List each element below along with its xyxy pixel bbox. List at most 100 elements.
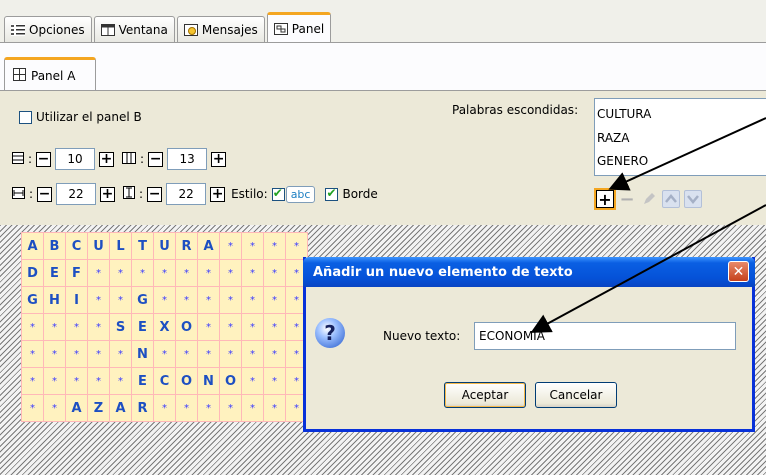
grid-cell: * bbox=[175, 286, 198, 314]
border-label: Borde bbox=[342, 187, 378, 201]
style-checkbox[interactable] bbox=[271, 186, 285, 201]
grid-panel-icon bbox=[13, 67, 26, 84]
grid-row: D E F * * * * * * * * * * bbox=[21, 259, 308, 287]
tab-panel-a[interactable]: Panel A bbox=[4, 57, 96, 91]
grid-cell: * bbox=[21, 313, 44, 341]
grid-cell: * bbox=[175, 259, 198, 287]
grid-cell: B bbox=[43, 232, 66, 260]
move-up-icon[interactable] bbox=[662, 190, 680, 208]
grid-cell: R bbox=[131, 394, 154, 422]
grid-cell: * bbox=[65, 340, 88, 368]
rows-value[interactable]: 10 bbox=[55, 148, 96, 170]
grid-cell: * bbox=[219, 259, 242, 287]
cols-decrease-button[interactable]: − bbox=[148, 151, 164, 167]
tab-ventana-label: Ventana bbox=[118, 22, 168, 37]
grid-row: A B C U L T U R A * * * * bbox=[21, 232, 308, 260]
list-item[interactable]: CULTURA bbox=[597, 107, 651, 121]
tab-opciones[interactable]: Opciones bbox=[4, 16, 92, 42]
grid-cell: * bbox=[263, 340, 286, 368]
grid-cell: * bbox=[219, 340, 242, 368]
grid-cell: * bbox=[87, 286, 110, 314]
grid-cell: O bbox=[175, 367, 198, 395]
style-sample-button[interactable]: abc bbox=[285, 185, 316, 203]
width-decrease-button[interactable]: − bbox=[37, 186, 53, 202]
border-checkbox[interactable] bbox=[325, 186, 339, 201]
grid-cell: F bbox=[65, 259, 88, 287]
dialog-close-button[interactable]: ✕ bbox=[728, 261, 749, 282]
grid-cell: * bbox=[109, 259, 132, 287]
grid-cell: * bbox=[197, 340, 220, 368]
grid-cell: I bbox=[65, 286, 88, 314]
close-icon: ✕ bbox=[732, 263, 745, 280]
grid-cell: * bbox=[21, 367, 44, 395]
accept-button[interactable]: Aceptar bbox=[444, 382, 526, 408]
height-increase-button[interactable]: + bbox=[210, 186, 226, 202]
width-value[interactable]: 22 bbox=[56, 183, 97, 205]
tab-panel[interactable]: Panel bbox=[266, 12, 332, 42]
grid-cell: * bbox=[175, 340, 198, 368]
grid-cell: U bbox=[87, 232, 110, 260]
grid-cell: * bbox=[263, 232, 286, 260]
grid-cell: * bbox=[109, 367, 132, 395]
height-value[interactable]: 22 bbox=[166, 183, 207, 205]
rows-increase-button[interactable]: + bbox=[99, 151, 115, 167]
grid-cell: * bbox=[153, 394, 176, 422]
grid-cell: E bbox=[43, 259, 66, 287]
messages-icon bbox=[183, 23, 198, 36]
window-icon bbox=[100, 23, 115, 36]
grid-cell: * bbox=[153, 259, 176, 287]
grid-cell: L bbox=[109, 232, 132, 260]
grid-cell: G bbox=[131, 286, 154, 314]
tab-ventana[interactable]: Ventana bbox=[93, 16, 175, 42]
remove-word-button[interactable]: − bbox=[618, 189, 636, 210]
cols-icon bbox=[122, 151, 137, 167]
cols-value[interactable]: 13 bbox=[167, 148, 208, 170]
tab-mensajes-label: Mensajes bbox=[201, 22, 258, 37]
grid-row: * * * * * E C O N O * * * bbox=[21, 367, 308, 395]
use-panel-b-checkbox[interactable] bbox=[19, 110, 32, 124]
hidden-words-label: Palabras escondidas: bbox=[452, 103, 579, 117]
grid-cell: * bbox=[65, 313, 88, 341]
list-toolbar: + − bbox=[596, 189, 702, 210]
grid-cell: X bbox=[153, 313, 176, 341]
grid-cell: N bbox=[197, 367, 220, 395]
grid-row: * * * * S E X O * * * * * bbox=[21, 313, 308, 341]
new-text-input[interactable] bbox=[474, 322, 736, 350]
edit-word-icon[interactable] bbox=[640, 190, 658, 208]
tab-mensajes[interactable]: Mensajes bbox=[176, 16, 265, 42]
rows-colon: : bbox=[28, 152, 33, 166]
move-down-icon[interactable] bbox=[684, 190, 702, 208]
grid-cell: * bbox=[219, 394, 242, 422]
rows-icon bbox=[12, 151, 24, 167]
add-word-button[interactable]: + bbox=[596, 190, 614, 209]
grid-cell: * bbox=[87, 313, 110, 341]
cancel-button[interactable]: Cancelar bbox=[535, 382, 617, 408]
rows-decrease-button[interactable]: − bbox=[36, 151, 52, 167]
grid-cell: * bbox=[263, 259, 286, 287]
list-item[interactable]: RAZA bbox=[597, 131, 630, 145]
height-decrease-button[interactable]: − bbox=[147, 186, 163, 202]
grid-cell: C bbox=[153, 367, 176, 395]
grid-cell: O bbox=[175, 313, 198, 341]
top-tabs: Opciones Ventana Mensajes Panel bbox=[4, 12, 333, 42]
grid-cell: * bbox=[153, 286, 176, 314]
grid-cell: * bbox=[43, 394, 66, 422]
grid-cell: Z bbox=[87, 394, 110, 422]
cols-increase-button[interactable]: + bbox=[211, 151, 227, 167]
hidden-words-list[interactable]: CULTURA RAZA GENERO bbox=[594, 98, 766, 176]
grid-cell: N bbox=[131, 340, 154, 368]
cols-colon: : bbox=[140, 152, 145, 166]
grid-cell: * bbox=[263, 313, 286, 341]
grid-cell: * bbox=[241, 394, 264, 422]
dialog-title-bar: Añadir un nuevo elemento de texto bbox=[303, 257, 755, 287]
grid-cell: * bbox=[263, 367, 286, 395]
grid-cell: * bbox=[87, 340, 110, 368]
list-item[interactable]: GENERO bbox=[597, 154, 648, 168]
use-panel-b-option[interactable]: Utilizar el panel B bbox=[19, 110, 142, 124]
grid-cell: * bbox=[241, 259, 264, 287]
width-increase-button[interactable]: + bbox=[100, 186, 116, 202]
grid-cell: D bbox=[21, 259, 44, 287]
grid-cell: R bbox=[175, 232, 198, 260]
grid-cell: * bbox=[241, 367, 264, 395]
grid-cell: * bbox=[21, 394, 44, 422]
